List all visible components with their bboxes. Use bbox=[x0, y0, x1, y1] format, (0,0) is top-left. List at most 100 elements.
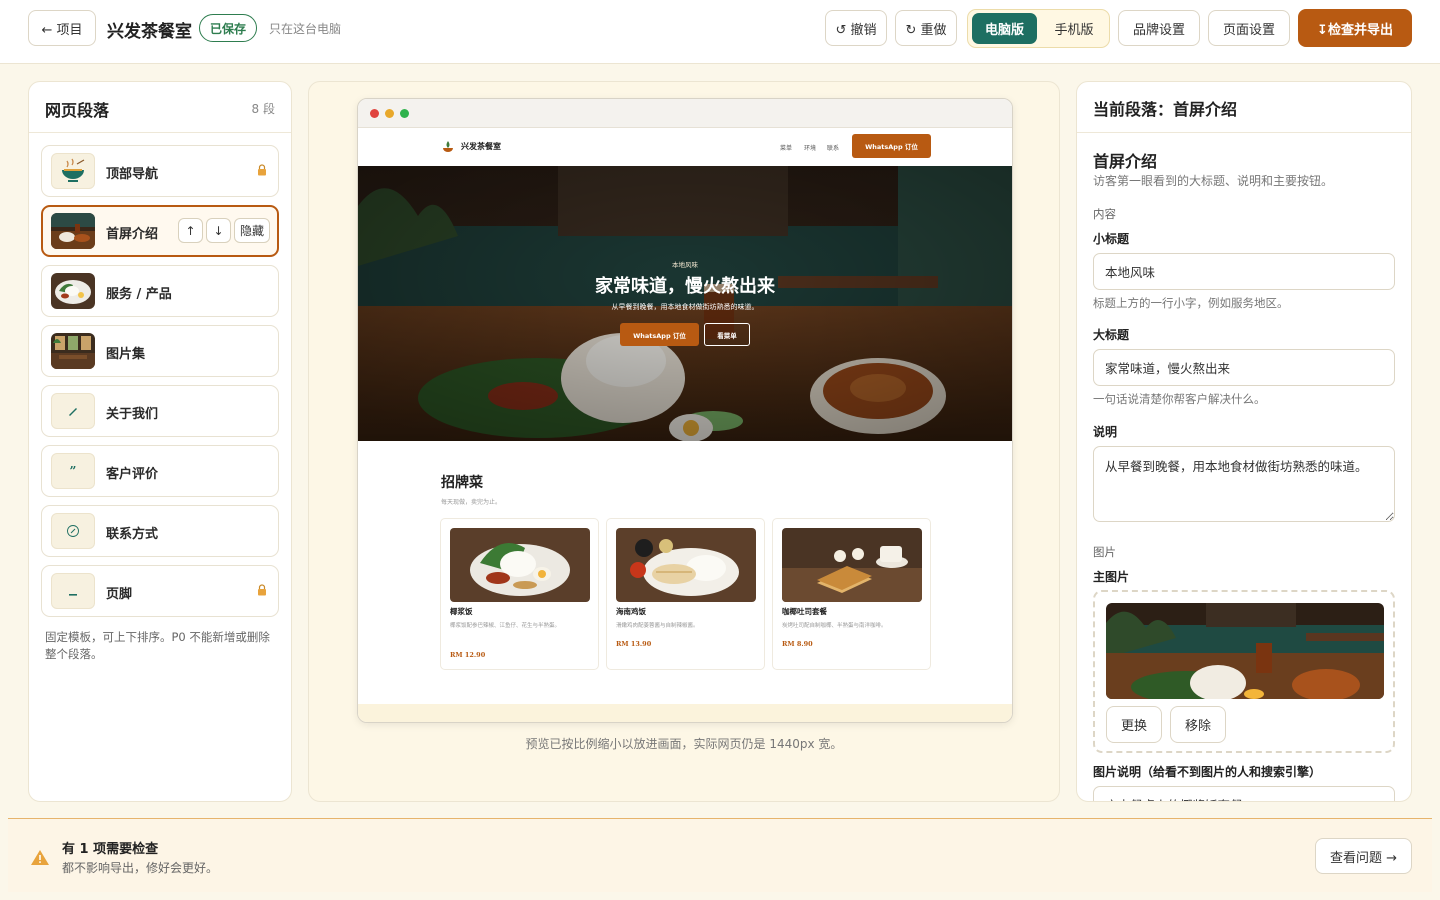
underscore-icon bbox=[51, 573, 95, 609]
hide-section-button[interactable]: 隐藏 bbox=[234, 218, 270, 243]
check-and-export-button[interactable]: ↧检查并导出 bbox=[1298, 9, 1412, 47]
site-nav-link-contact[interactable]: 联系 bbox=[827, 143, 839, 152]
minimize-dot-icon bbox=[385, 109, 394, 118]
section-item-about[interactable]: 关于我们 bbox=[41, 385, 279, 437]
quote-icon: ” bbox=[51, 453, 95, 489]
alt-text-input[interactable] bbox=[1093, 786, 1395, 801]
subtitle-input[interactable] bbox=[1093, 253, 1395, 290]
title-help: 一句话说清楚你帮客户解决什么。 bbox=[1093, 392, 1266, 406]
section-item-contact[interactable]: 联系方式 bbox=[41, 505, 279, 557]
hero-description: 从早餐到晚餐，用本地食材做街坊熟悉的味道。 bbox=[611, 303, 759, 311]
main-image-label: 主图片 bbox=[1093, 570, 1130, 584]
preview-panel: 兴发茶餐室 菜单 环境 联系 WhatsApp 订位 本地风味 家常味道，慢火熬… bbox=[308, 81, 1060, 802]
lock-icon bbox=[258, 584, 266, 596]
issues-title: 有 1 项需要检查 bbox=[62, 842, 159, 857]
divider bbox=[29, 132, 291, 133]
site-nav-link-menu[interactable]: 菜单 bbox=[780, 143, 792, 152]
section-label: 客户评价 bbox=[106, 467, 159, 482]
warning-icon bbox=[31, 850, 49, 865]
view-issues-button[interactable]: 查看问题 → bbox=[1315, 838, 1412, 874]
move-down-button[interactable]: ↓ bbox=[206, 218, 231, 243]
device-toggle: 电脑版 手机版 bbox=[967, 9, 1110, 48]
section-label: 顶部导航 bbox=[106, 167, 159, 182]
hero-whatsapp-button[interactable]: WhatsApp 订位 bbox=[620, 323, 699, 346]
subtitle-label: 小标题 bbox=[1093, 232, 1130, 246]
main-image-preview bbox=[1106, 603, 1384, 699]
title-input[interactable] bbox=[1093, 349, 1395, 386]
site-nav-whatsapp-button[interactable]: WhatsApp 订位 bbox=[852, 134, 931, 158]
remove-image-button[interactable]: 移除 bbox=[1170, 706, 1226, 743]
divider bbox=[1077, 132, 1411, 133]
main-image-dropzone[interactable]: 更换 移除 bbox=[1093, 590, 1395, 753]
description-label: 说明 bbox=[1093, 425, 1118, 439]
section-label: 服务 / 产品 bbox=[106, 287, 172, 302]
section-label: 首屏介绍 bbox=[106, 227, 159, 242]
content-group-label: 内容 bbox=[1093, 207, 1116, 221]
site-nav-link-ambience[interactable]: 环境 bbox=[804, 143, 816, 152]
preview-footer-strip bbox=[358, 704, 1012, 722]
hero-menu-button[interactable]: 看菜单 bbox=[704, 323, 750, 346]
section-description: 访客第一眼看到的大标题、说明和主要按钮。 bbox=[1093, 174, 1334, 188]
phone-icon bbox=[51, 513, 95, 549]
site-nav-name: 兴发茶餐室 bbox=[461, 141, 501, 151]
issues-subtitle: 都不影响导出，修好会更好。 bbox=[62, 861, 219, 875]
dish-card[interactable]: 椰浆饭 椰浆饭配参巴辣椒、江鱼仔、花生与半熟蛋。 RM 12.90 bbox=[440, 518, 599, 670]
close-dot-icon bbox=[370, 109, 379, 118]
undo-button[interactable]: ↺ 撤销 bbox=[825, 10, 887, 46]
kaya-toast-image bbox=[782, 528, 922, 602]
sections-panel-title: 网页段落 bbox=[45, 101, 110, 120]
issues-bar: 有 1 项需要检查 都不影响导出，修好会更好。 查看问题 → bbox=[8, 818, 1432, 892]
gallery-thumbnail bbox=[51, 333, 95, 369]
section-item-footer[interactable]: 页脚 bbox=[41, 565, 279, 617]
section-item-gallery[interactable]: 图片集 bbox=[41, 325, 279, 377]
dish-price: RM 12.90 bbox=[450, 651, 486, 659]
browser-preview-frame: 兴发茶餐室 菜单 环境 联系 WhatsApp 订位 本地风味 家常味道，慢火熬… bbox=[357, 98, 1013, 723]
dish-description: 炭烤吐司配自制咖椰、半熟蛋与南洋咖啡。 bbox=[782, 623, 887, 629]
sections-count: 8 段 bbox=[251, 102, 275, 116]
section-label: 页脚 bbox=[106, 587, 133, 602]
lock-icon bbox=[258, 164, 266, 176]
site-name: 兴发茶餐室 bbox=[107, 22, 192, 42]
section-label: 关于我们 bbox=[106, 407, 159, 422]
hero-eyebrow: 本地风味 bbox=[672, 261, 698, 269]
dish-name: 咖椰吐司套餐 bbox=[782, 607, 827, 616]
chicken-rice-image bbox=[616, 528, 756, 602]
back-to-projects-button[interactable]: ← 项目 bbox=[28, 10, 96, 46]
section-item-top-nav[interactable]: 顶部导航 bbox=[41, 145, 279, 197]
redo-button[interactable]: ↻ 重做 bbox=[895, 10, 957, 46]
sections-panel: 网页段落 8 段 顶部导航 首屏介绍 ↑ ↓ 隐藏 服务 / 产品 图片集 关于… bbox=[28, 81, 292, 802]
section-item-services[interactable]: 服务 / 产品 bbox=[41, 265, 279, 317]
sections-note: 固定模板，可上下排序。P0 不能新增或删除整个段落。 bbox=[45, 630, 270, 661]
saved-status-badge: 已保存 bbox=[199, 14, 258, 42]
hero-preview[interactable]: 本地风味 家常味道，慢火熬出来 从早餐到晚餐，用本地食材做街坊熟悉的味道。 Wh… bbox=[358, 166, 1012, 441]
hero-title: 家常味道，慢火熬出来 bbox=[595, 276, 775, 297]
description-textarea[interactable]: 从早餐到晚餐，用本地食材做街坊熟悉的味道。 bbox=[1093, 446, 1395, 522]
move-up-button[interactable]: ↑ bbox=[178, 218, 203, 243]
nasi-lemak-image bbox=[450, 528, 590, 602]
dish-description: 椰浆饭配参巴辣椒、江鱼仔、花生与半熟蛋。 bbox=[450, 623, 561, 629]
pen-icon bbox=[51, 393, 95, 429]
dish-card[interactable]: 咖椰吐司套餐 炭烤吐司配自制咖椰、半熟蛋与南洋咖啡。 RM 8.90 bbox=[772, 518, 931, 670]
dish-description: 滑嫩鸡肉配姜蓉酱与自制辣椒酱。 bbox=[616, 623, 699, 629]
desktop-view-toggle[interactable]: 电脑版 bbox=[972, 13, 1037, 44]
mobile-view-toggle[interactable]: 手机版 bbox=[1043, 13, 1105, 44]
title-label: 大标题 bbox=[1093, 328, 1130, 342]
brand-settings-button[interactable]: 品牌设置 bbox=[1118, 10, 1200, 46]
bowl-icon bbox=[51, 153, 95, 189]
maximize-dot-icon bbox=[400, 109, 409, 118]
replace-image-button[interactable]: 更换 bbox=[1106, 706, 1162, 743]
page-settings-button[interactable]: 页面设置 bbox=[1208, 10, 1290, 46]
site-nav-preview[interactable]: 兴发茶餐室 菜单 环境 联系 WhatsApp 订位 bbox=[358, 128, 1012, 166]
section-label: 图片集 bbox=[106, 347, 146, 362]
dish-thumbnail bbox=[51, 273, 95, 309]
image-group-label: 图片 bbox=[1093, 545, 1116, 559]
dish-name: 椰浆饭 bbox=[450, 607, 473, 616]
section-item-testimonials[interactable]: ” 客户评价 bbox=[41, 445, 279, 497]
section-item-hero[interactable]: 首屏介绍 ↑ ↓ 隐藏 bbox=[41, 205, 279, 257]
save-location-note: 只在这台电脑 bbox=[269, 22, 342, 36]
browser-bar bbox=[358, 99, 1012, 128]
alt-text-label: 图片说明（给看不到图片的人和搜索引擎） bbox=[1093, 765, 1322, 779]
dish-card[interactable]: 海南鸡饭 滑嫩鸡肉配姜蓉酱与自制辣椒酱。 RM 13.90 bbox=[606, 518, 765, 670]
signature-subtitle: 每天现做，卖完为止。 bbox=[441, 499, 502, 506]
top-bar: ← 项目 兴发茶餐室 已保存 只在这台电脑 ↺ 撤销 ↻ 重做 电脑版 手机版 … bbox=[0, 0, 1440, 64]
